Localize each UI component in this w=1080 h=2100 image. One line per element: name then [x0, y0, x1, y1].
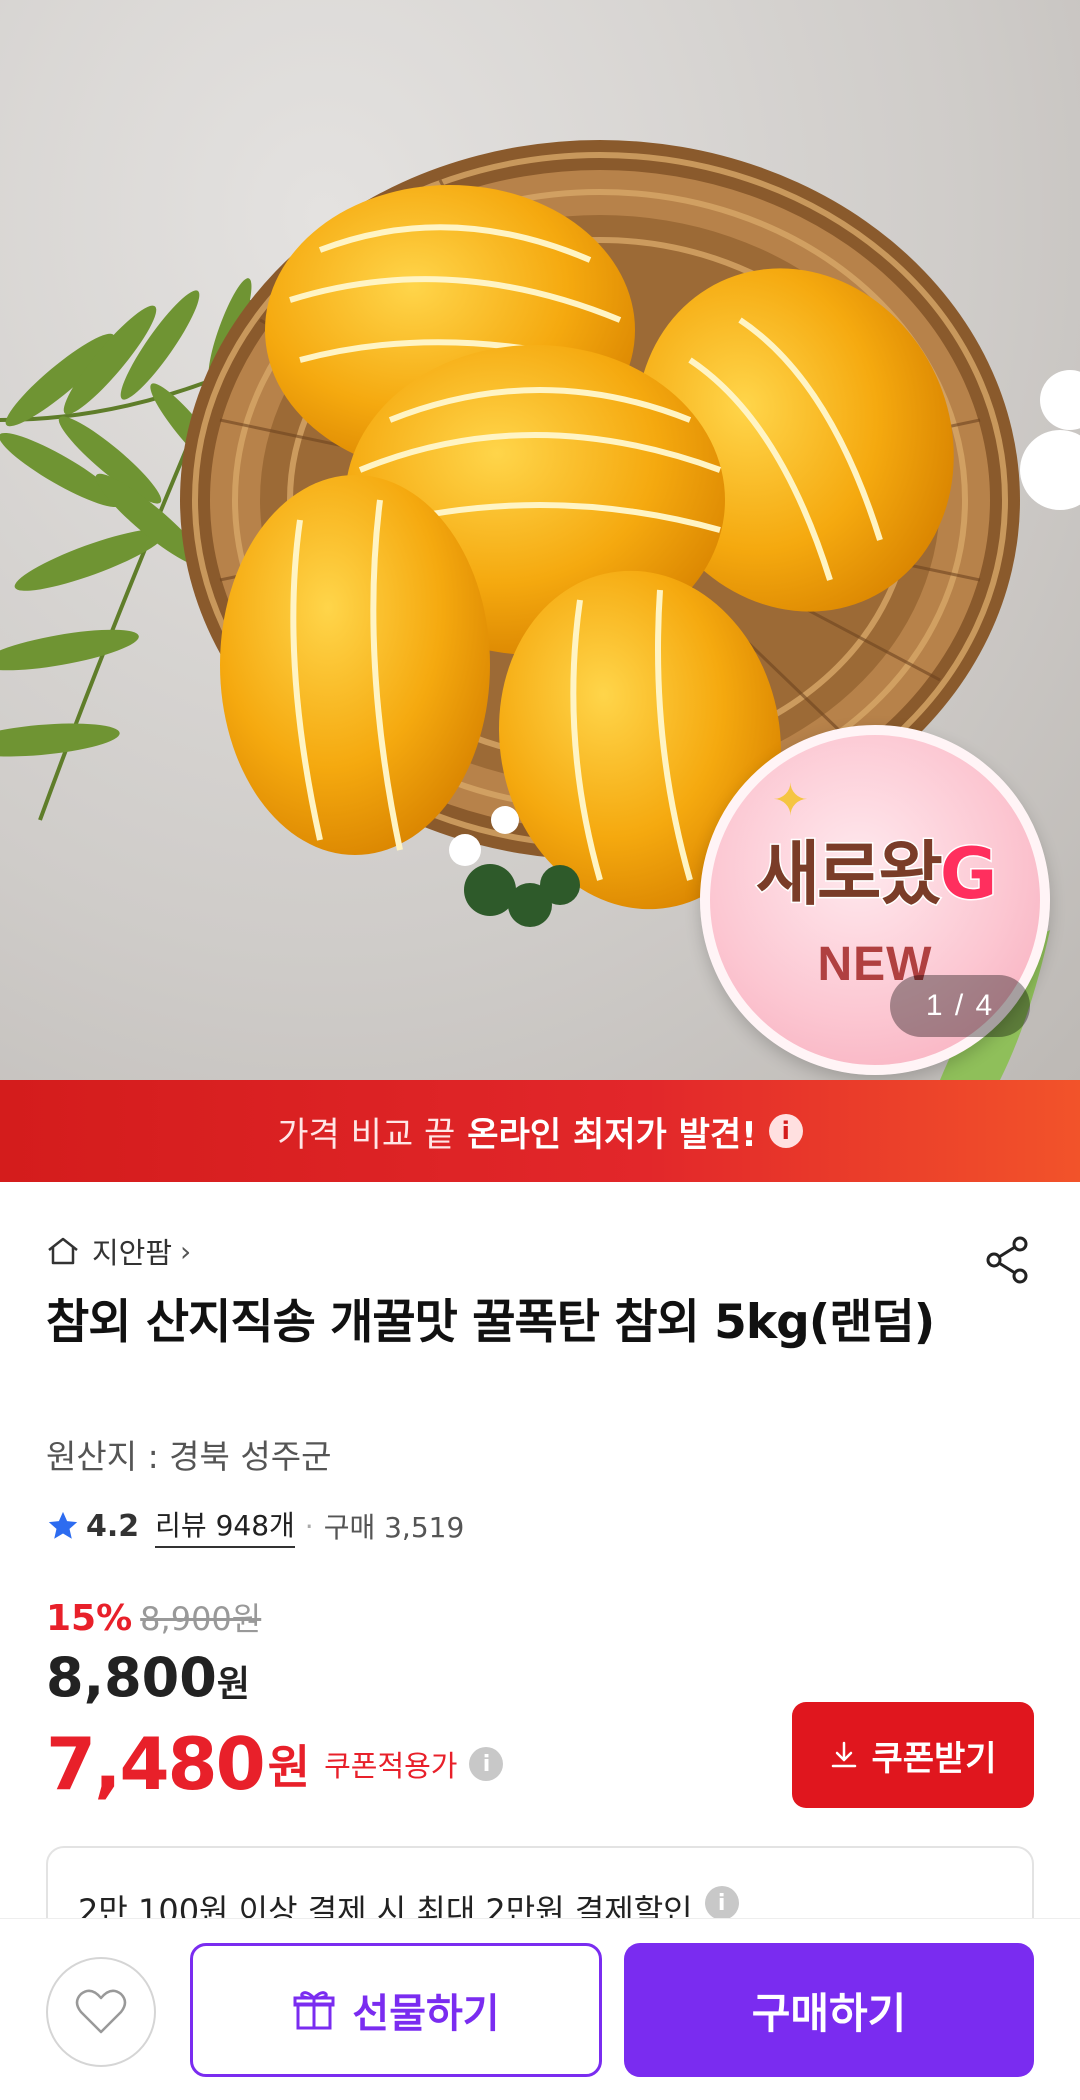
coupon-price-label: 쿠폰적용가 — [324, 1749, 458, 1783]
badge-title-text: 새로왔 — [754, 832, 944, 917]
wishlist-button[interactable] — [46, 1957, 156, 2067]
gift-button-label: 선물하기 — [352, 1992, 500, 2036]
image-pager-indicator: 1 / 4 — [890, 975, 1030, 1037]
original-price: 8,900원 — [140, 1600, 262, 1638]
star-icon — [48, 1511, 78, 1539]
gift-button[interactable]: 선물하기 — [190, 1943, 602, 2077]
product-info-section: 지안팜 › 참외 산지직송 개꿀맛 꿀폭탄 참외 5kg(랜덤) 원산지 : 경… — [0, 1182, 1080, 1956]
sparkle-icon: ✦ — [772, 775, 809, 826]
purchase-count: 구매 3,519 — [323, 1511, 465, 1544]
get-coupon-button[interactable]: 쿠폰받기 — [792, 1702, 1034, 1808]
coupon-price-unit: 원 — [267, 1740, 311, 1794]
sale-price-unit: 원 — [216, 1664, 250, 1705]
review-count-link[interactable]: 리뷰 948개 — [155, 1504, 295, 1548]
product-title: 참외 산지직송 개꿀맛 꿀폭탄 참외 5kg(랜덤) — [46, 1295, 935, 1350]
product-image-carousel[interactable]: ✦ 새로왔G NEW 1 / 4 — [0, 0, 1080, 1080]
home-icon — [48, 1237, 78, 1265]
sale-price-number: 8,800 — [46, 1646, 217, 1709]
store-name: 지안팜 — [92, 1236, 173, 1270]
badge-title: 새로왔G — [754, 818, 999, 919]
store-link[interactable]: 지안팜 › — [46, 1230, 191, 1272]
payment-info-icon[interactable]: i — [704, 1886, 739, 1920]
discount-rate: 15% — [46, 1598, 133, 1639]
info-icon[interactable]: i — [768, 1114, 803, 1148]
buy-button[interactable]: 구매하기 — [624, 1943, 1034, 2077]
promo-text-bold: 온라인 최저가 발견! — [467, 1114, 757, 1155]
separator-dot: · — [304, 1509, 314, 1543]
coupon-info-icon[interactable]: i — [469, 1747, 504, 1781]
rating-value: 4.2 — [86, 1508, 140, 1544]
rating-row: 4.2 리뷰 948개 · 구매 3,519 — [46, 1504, 464, 1548]
badge-title-letter: G — [938, 832, 999, 917]
heart-icon — [75, 1989, 127, 2034]
bottom-action-bar: 선물하기 구매하기 — [0, 1918, 1080, 2100]
coupon-price-number: 7,480 — [46, 1722, 266, 1806]
download-icon — [832, 1741, 857, 1768]
chevron-right-icon: › — [180, 1234, 192, 1268]
get-coupon-label: 쿠폰받기 — [871, 1739, 997, 1778]
promo-text-prefix: 가격 비교 끝 — [277, 1114, 456, 1155]
gift-icon — [293, 1991, 335, 2030]
sale-price: 8,800원 — [46, 1646, 250, 1709]
discount-row: 15% 8,900원 — [46, 1594, 261, 1640]
coupon-price-row: 7,480 원 쿠폰적용가 i — [46, 1722, 504, 1806]
product-origin: 원산지 : 경북 성주군 — [46, 1437, 332, 1476]
lowest-price-promo-bar[interactable]: 가격 비교 끝 온라인 최저가 발견! i — [0, 1080, 1080, 1182]
share-icon[interactable] — [982, 1234, 1034, 1286]
